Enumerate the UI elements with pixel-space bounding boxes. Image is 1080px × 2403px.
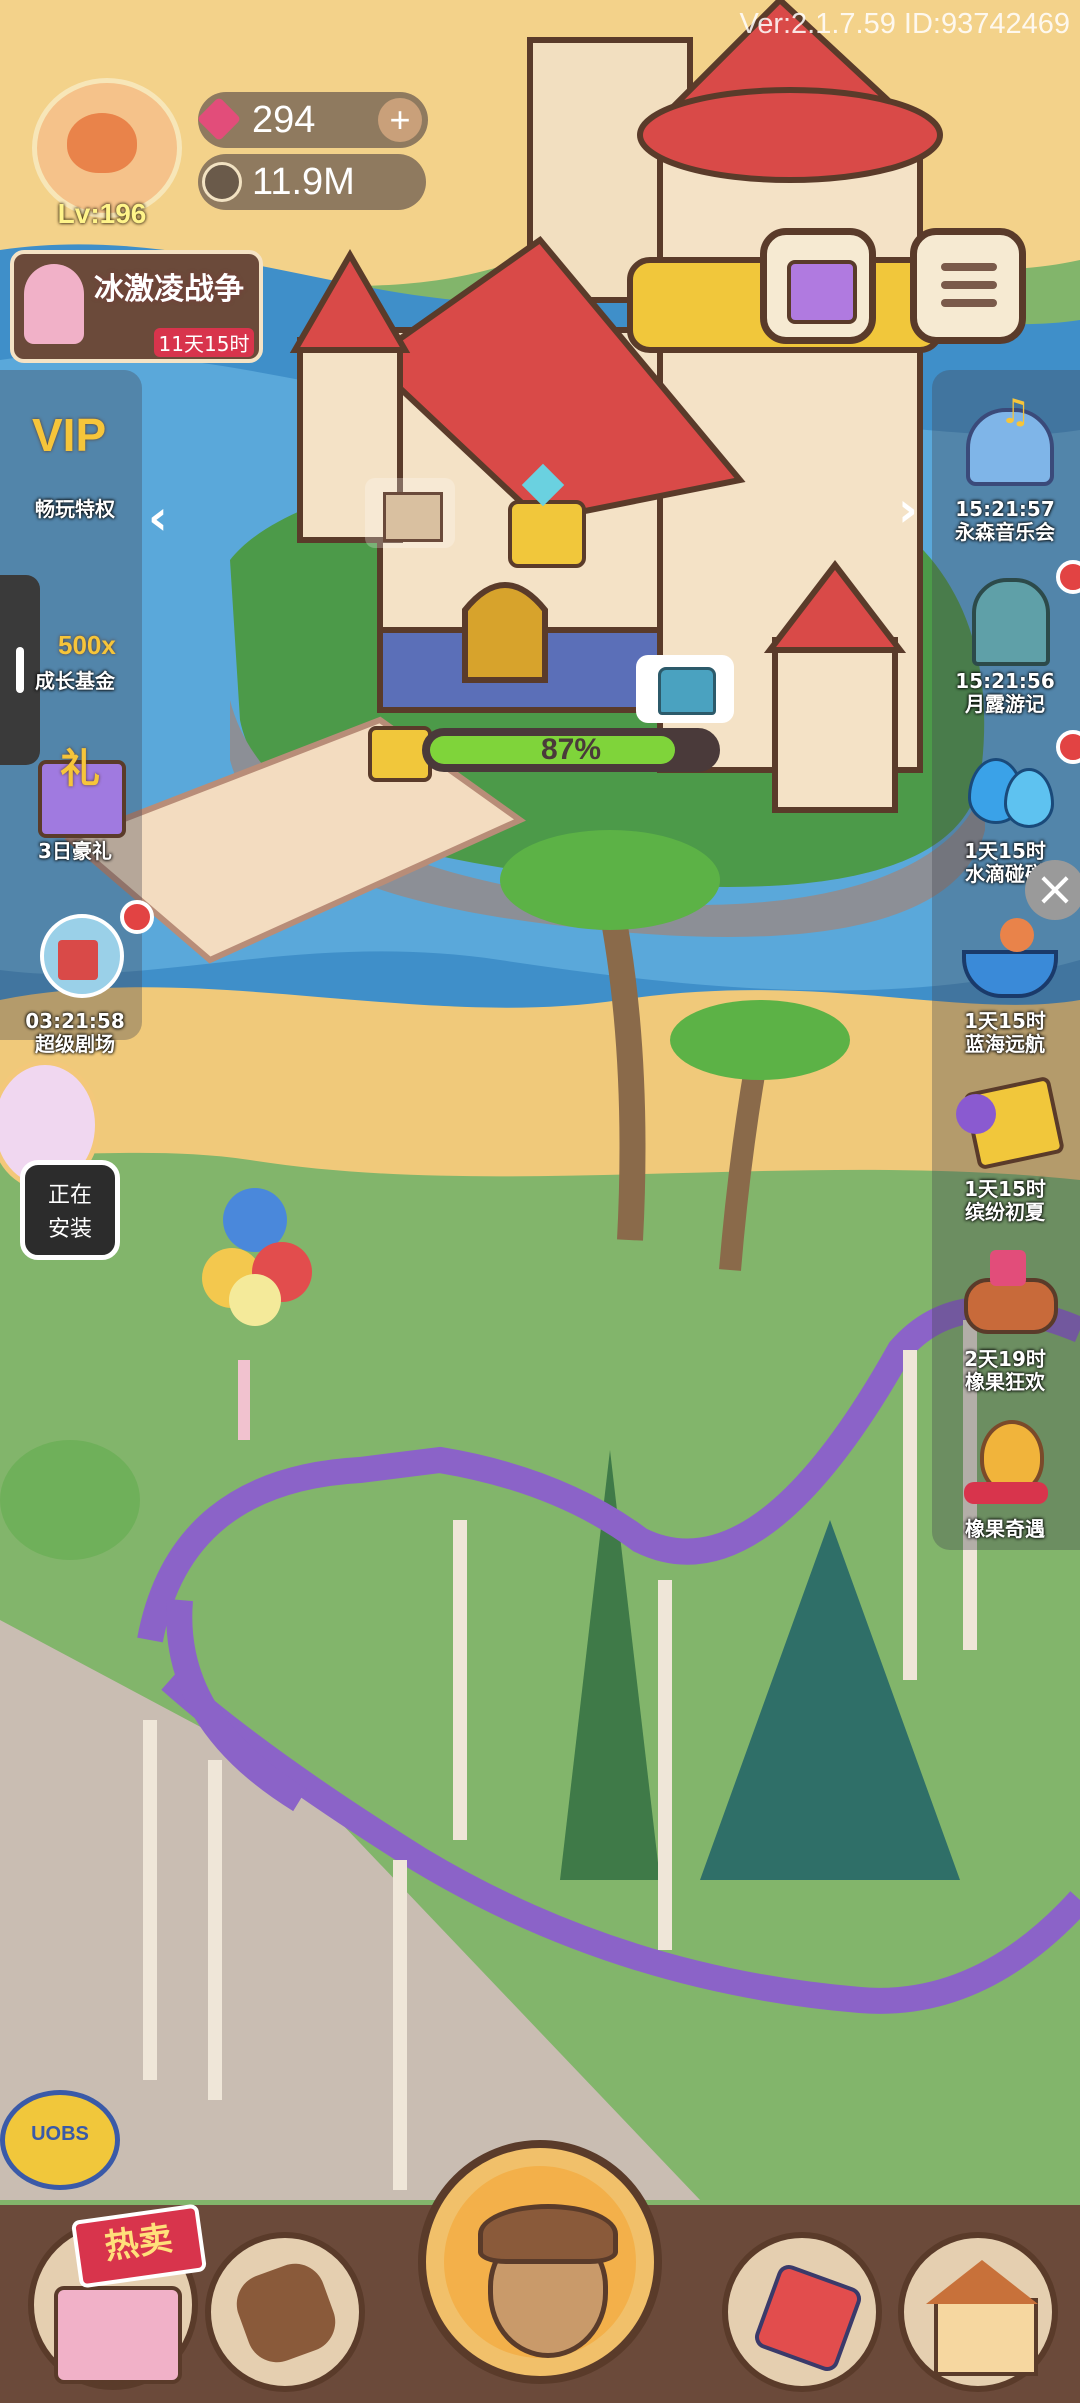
event-timer: 15:21:56 xyxy=(955,669,1055,693)
acorn-amount: 11.9M xyxy=(252,161,355,203)
event-super-theater[interactable]: 03:21:58 超级剧场 xyxy=(0,900,154,1056)
clap-button[interactable] xyxy=(205,2232,365,2392)
gem-counter: 294 + xyxy=(196,92,428,148)
acorn-counter: 11.9M xyxy=(198,154,426,210)
event-blue-sea-voyage[interactable]: 1天15时 蓝海远航 xyxy=(930,900,1080,1056)
vip-icon: VIP xyxy=(32,409,107,461)
menu-icon xyxy=(941,263,997,307)
home-button[interactable] xyxy=(898,2232,1058,2392)
water-drop-icon xyxy=(950,730,1080,840)
promo-timer: 11天15时 xyxy=(154,328,254,357)
castle-building-icon[interactable] xyxy=(365,478,455,548)
event-label: 蓝海远航 xyxy=(965,1032,1045,1056)
carnival-icon xyxy=(950,1238,1060,1348)
portal-icon xyxy=(950,560,1080,670)
event-timer: 1天15时 xyxy=(964,1009,1046,1033)
shop-icon xyxy=(54,2286,182,2384)
treasure-chest-button[interactable] xyxy=(636,655,734,723)
version-id: Ver:2.1.7.59 ID:93742469 xyxy=(739,8,1070,40)
event-label: 成长基金 xyxy=(35,669,115,693)
event-label: 超级剧场 xyxy=(35,1032,115,1056)
ice-cream-war-banner[interactable]: 冰激凌战争 11天15时 xyxy=(10,250,263,363)
event-label: 畅玩特权 xyxy=(35,497,115,521)
acorn-main-button[interactable] xyxy=(418,2140,662,2384)
event-forest-concert[interactable]: ♫ 15:21:57 永森音乐会 xyxy=(930,388,1080,544)
gift-icon xyxy=(787,260,857,324)
right-collapse-arrow[interactable]: › xyxy=(898,482,918,538)
event-vip[interactable]: VIP 畅玩特权 xyxy=(0,388,150,521)
progress-text: 87% xyxy=(540,733,602,766)
hot-sale-text: 热卖 xyxy=(102,2218,176,2268)
gem-amount: 294 xyxy=(252,99,316,141)
installing-text: 正在安装 xyxy=(47,1183,92,1242)
music-note-icon: ♫ xyxy=(950,388,1060,498)
promo-title: 冰激凌战争 xyxy=(94,272,244,307)
gift-button[interactable] xyxy=(760,228,876,344)
event-timer: 2天19时 xyxy=(964,1347,1046,1371)
theater-icon xyxy=(20,900,154,1010)
level-badge: Lv:196 xyxy=(57,198,147,229)
gift-box-icon: 礼 xyxy=(20,730,130,840)
event-acorn-carnival[interactable]: 2天19时 橡果狂欢 xyxy=(930,1238,1080,1394)
ice-cream-icon xyxy=(24,264,84,344)
castle-progress-bar: 87% xyxy=(422,728,720,772)
golden-acorn-icon xyxy=(950,1408,1060,1518)
event-label: 3日豪礼 xyxy=(38,839,112,863)
notification-dot xyxy=(1056,730,1080,764)
event-3day-gift[interactable]: 礼 3日豪礼 xyxy=(0,730,150,863)
clap-hands-icon xyxy=(228,2255,344,2371)
gem-icon xyxy=(196,96,242,142)
fox-avatar-icon xyxy=(67,113,137,173)
event-timer: 1天15时 xyxy=(964,1177,1046,1201)
dice-button[interactable] xyxy=(722,2232,882,2392)
event-label: 永森音乐会 xyxy=(955,520,1055,544)
event-colorful-summer[interactable]: 1天15时 缤纷初夏 xyxy=(930,1068,1080,1224)
left-collapse-arrow[interactable]: ‹ xyxy=(148,490,168,546)
boat-icon xyxy=(950,900,1060,1010)
event-acorn-adventure[interactable]: 橡果奇遇 xyxy=(930,1408,1080,1541)
event-label: 缤纷初夏 xyxy=(965,1200,1045,1224)
event-moon-journey[interactable]: 15:21:56 月露游记 xyxy=(930,560,1080,716)
event-label: 橡果狂欢 xyxy=(965,1370,1045,1394)
carousel-icon[interactable] xyxy=(498,463,588,570)
notification-dot xyxy=(120,900,154,934)
chest-icon xyxy=(658,667,716,715)
event-label: 月露游记 xyxy=(965,692,1045,716)
add-gems-button[interactable]: + xyxy=(378,98,422,142)
coupon-icon xyxy=(950,1068,1066,1178)
event-timer: 03:21:58 xyxy=(25,1009,125,1033)
park-sign[interactable]: UOBS xyxy=(0,2090,120,2190)
event-label: 橡果奇遇 xyxy=(965,1517,1045,1541)
house-icon xyxy=(934,2298,1038,2376)
event-timer: 15:21:57 xyxy=(955,497,1055,521)
dice-icon xyxy=(751,2261,865,2375)
park-sign-text: UOBS xyxy=(31,2123,89,2145)
installing-toast: 正在安装 xyxy=(20,1160,120,1260)
event-growth-fund[interactable]: 500x 成长基金 xyxy=(0,560,150,693)
carousel-progress-icon xyxy=(360,700,432,782)
notification-dot xyxy=(1056,560,1080,594)
seed-icon xyxy=(202,162,242,202)
player-avatar[interactable]: Lv:196 xyxy=(12,58,192,229)
growth-fund-icon: 500x xyxy=(58,630,116,660)
menu-button[interactable] xyxy=(910,228,1026,344)
